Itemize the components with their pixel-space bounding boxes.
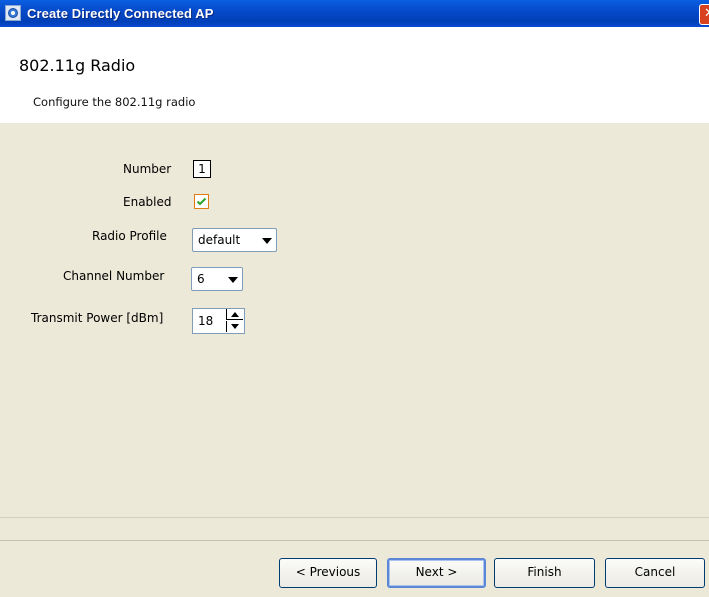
cancel-button[interactable]: Cancel <box>605 558 705 588</box>
window-title: Create Directly Connected AP <box>27 6 214 21</box>
checkmark-icon <box>196 197 207 206</box>
wizard-header: 802.11g Radio Configure the 802.11g radi… <box>0 27 709 124</box>
spin-up-arrow-icon[interactable] <box>226 309 243 320</box>
transmit-power-value: 18 <box>198 314 214 328</box>
page-title: 802.11g Radio <box>19 56 136 75</box>
status-band <box>0 489 709 518</box>
close-icon: ✕ <box>704 6 709 21</box>
radio-profile-select[interactable]: default <box>192 228 277 252</box>
channel-number-value: 6 <box>197 272 205 286</box>
radio-profile-value: default <box>198 233 241 247</box>
dialog-window: Create Directly Connected AP ✕ 802.11g R… <box>0 0 709 597</box>
next-button[interactable]: Next > <box>387 558 486 588</box>
close-button[interactable]: ✕ <box>699 4 709 25</box>
finish-button[interactable]: Finish <box>494 558 595 588</box>
form-panel <box>0 123 709 489</box>
app-icon-graphic <box>8 8 18 18</box>
transmit-power-label: Transmit Power [dBm] <box>31 311 164 325</box>
transmit-power-spinner[interactable]: 18 <box>192 308 245 334</box>
chevron-down-icon <box>228 277 238 283</box>
channel-number-label: Channel Number <box>63 269 165 283</box>
enabled-label: Enabled <box>123 195 172 209</box>
title-bar[interactable]: Create Directly Connected AP ✕ <box>0 0 709 27</box>
channel-number-select[interactable]: 6 <box>191 267 243 291</box>
spin-down-arrow-icon[interactable] <box>226 321 243 332</box>
previous-button[interactable]: < Previous <box>279 558 377 588</box>
radio-profile-label: Radio Profile <box>92 229 167 243</box>
enabled-checkbox[interactable] <box>194 194 209 209</box>
number-label: Number <box>123 162 172 176</box>
app-icon <box>5 5 21 21</box>
chevron-down-icon <box>262 238 272 244</box>
page-subtitle: Configure the 802.11g radio <box>33 95 196 109</box>
divider <box>0 540 709 541</box>
number-field[interactable]: 1 <box>193 160 211 178</box>
